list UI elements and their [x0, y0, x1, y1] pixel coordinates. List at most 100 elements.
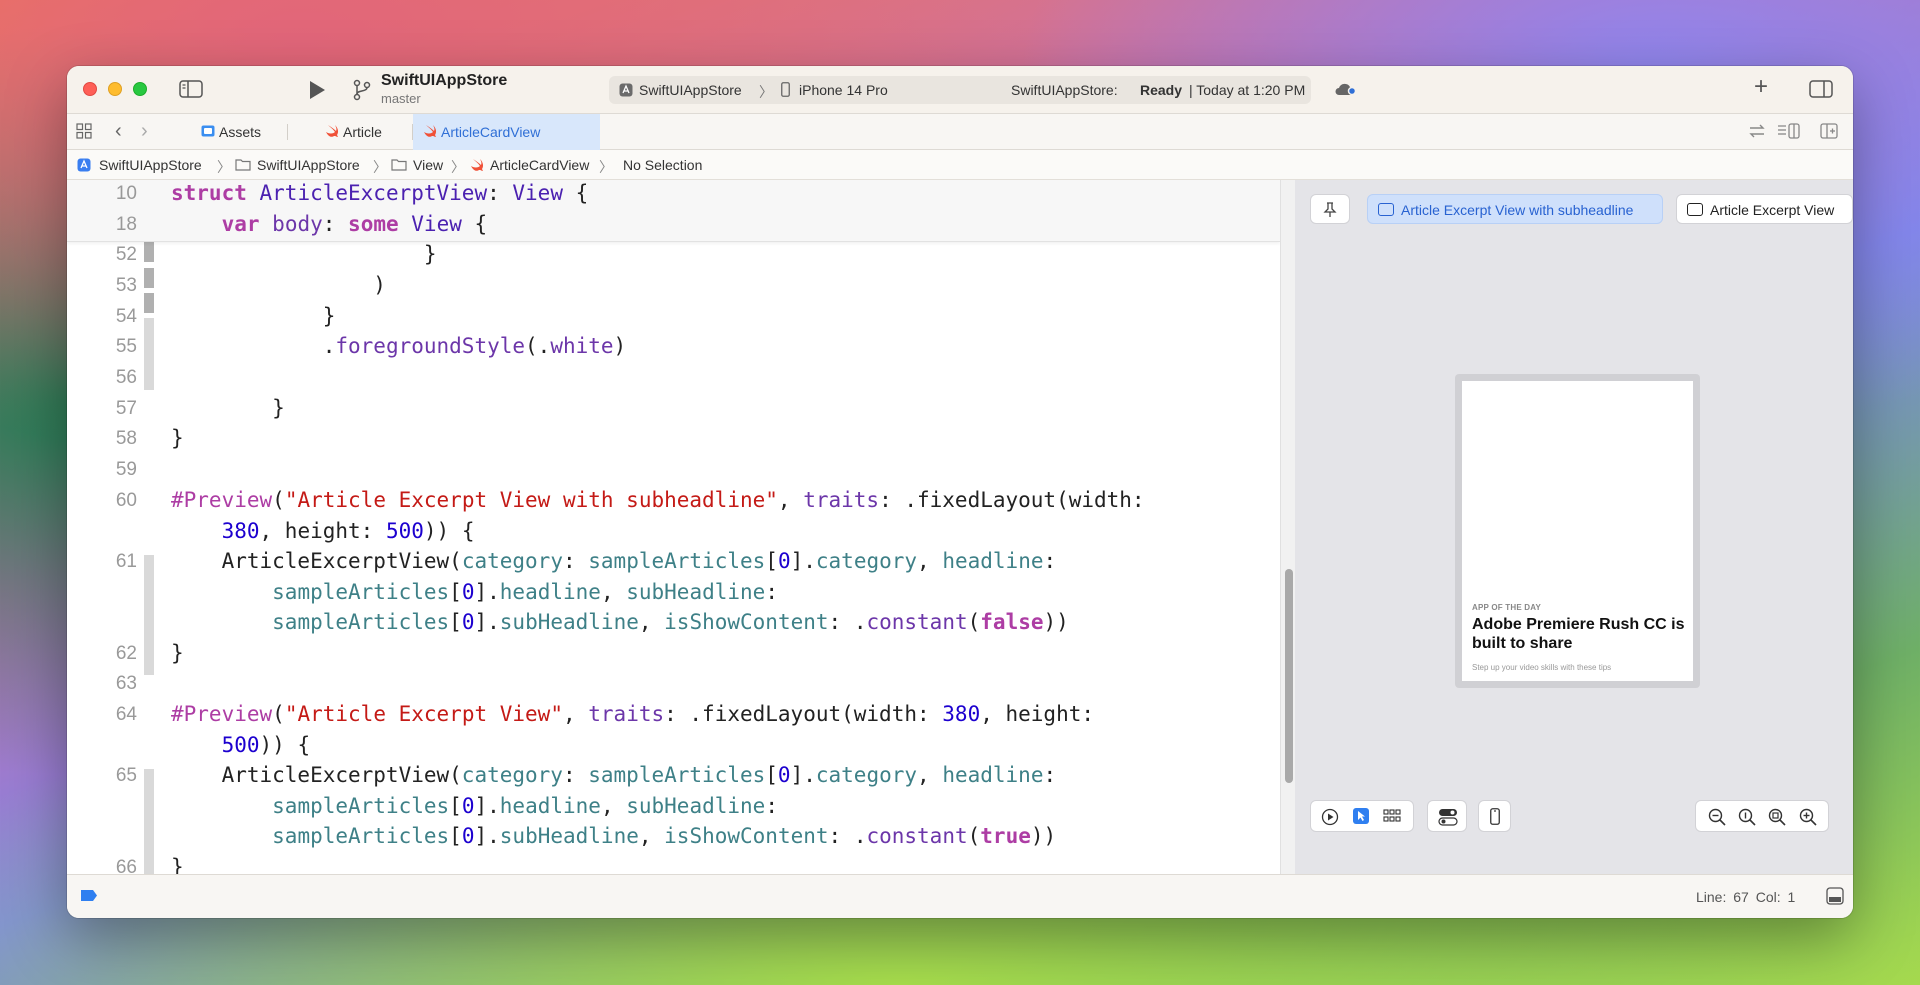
minimize-window-button[interactable]	[108, 82, 122, 96]
app-scheme-icon	[619, 83, 633, 100]
destination-selector[interactable]: iPhone 14 Pro	[799, 82, 888, 98]
code-fold-ribbon[interactable]	[144, 242, 154, 262]
grid-icon[interactable]	[76, 123, 92, 142]
breadcrumb-file[interactable]: ArticleCardView	[490, 157, 589, 173]
scheme-selector[interactable]: SwiftUIAppStore	[639, 82, 742, 98]
code-fold-ribbon[interactable]	[144, 555, 154, 675]
status-bar: Line: 67 Col: 1	[67, 874, 1853, 918]
device-selector-button[interactable]	[1478, 800, 1511, 832]
forward-icon[interactable]: ›	[141, 121, 148, 141]
line-number: 57	[115, 398, 137, 419]
code-line: 380, height: 500)) {	[221, 519, 475, 543]
preview-tab-label: Article Excerpt View with subheadline	[1401, 202, 1634, 218]
line-number: 58	[115, 428, 137, 449]
tab-assets-label: Assets	[219, 124, 262, 140]
xcode-window: SwiftUIAppStore master SwiftUIAppStore 〉…	[67, 66, 1853, 918]
cloud-icon[interactable]	[1333, 80, 1357, 101]
preview-canvas: Article Excerpt View with subheadline Ar…	[1295, 180, 1853, 874]
run-icon[interactable]	[308, 80, 326, 103]
zoom-window-button[interactable]	[133, 82, 147, 96]
code-fold-ribbon[interactable]	[144, 268, 154, 288]
inspector-toggle-icon[interactable]	[1809, 80, 1833, 101]
zoom-to-fit-icon[interactable]	[1768, 808, 1786, 830]
project-icon	[77, 158, 91, 175]
editor-options-icon[interactable]	[1777, 123, 1801, 142]
preview-icon	[1687, 203, 1703, 216]
chevron-right-icon: 〉	[451, 159, 465, 175]
vertical-scrollbar[interactable]	[1285, 569, 1293, 783]
project-name[interactable]: SwiftUIAppStore	[381, 72, 507, 90]
code-line: sampleArticles[0].headline, subHeadline:	[272, 580, 778, 604]
tab-divider	[287, 124, 288, 140]
sidebar-toggle-icon[interactable]	[179, 80, 203, 101]
card-subheadline: Step up your video skills with these tip…	[1472, 663, 1612, 672]
breadcrumb-folder[interactable]: View	[413, 157, 443, 173]
code-line: #Preview("Article Excerpt View", traits:…	[171, 702, 1095, 726]
back-icon[interactable]: ‹	[115, 121, 122, 141]
status-time: | Today at 1:20 PM	[1189, 82, 1306, 98]
split-editor-icon[interactable]	[1820, 123, 1838, 142]
line-number: 65	[115, 765, 137, 786]
card-headline: Adobe Premiere Rush CC is built to share	[1472, 616, 1685, 652]
code-line: ArticleExcerptView(category: sampleArtic…	[171, 763, 1057, 787]
code-line: sampleArticles[0].subHeadline, isShowCon…	[272, 824, 1057, 848]
zoom-out-icon[interactable]	[1708, 808, 1726, 830]
breadcrumb-selection[interactable]: No Selection	[623, 157, 702, 173]
swift-file-icon	[326, 125, 339, 137]
code-line: struct ArticleExcerptView: View {	[171, 181, 589, 205]
breadcrumb-group[interactable]: SwiftUIAppStore	[257, 157, 360, 173]
code-line: }	[171, 641, 184, 665]
device-settings-button[interactable]	[1427, 800, 1467, 832]
code-line: sampleArticles[0].subHeadline, isShowCon…	[272, 610, 1069, 634]
title-bar: SwiftUIAppStore master SwiftUIAppStore 〉…	[67, 66, 1853, 114]
close-window-button[interactable]	[83, 82, 97, 96]
code-fold-ribbon[interactable]	[144, 293, 154, 313]
preview-tab-with-subheadline[interactable]: Article Excerpt View with subheadline	[1367, 194, 1663, 224]
line-number: 10	[115, 183, 137, 204]
line-number: 59	[115, 459, 137, 480]
branch-icon[interactable]	[352, 79, 372, 104]
preview-tab-excerpt[interactable]: Article Excerpt View	[1676, 194, 1853, 224]
live-preview-icon[interactable]	[1321, 808, 1339, 830]
selectable-mode-icon[interactable]	[1352, 807, 1370, 829]
code-fold-ribbon[interactable]	[144, 769, 154, 874]
jump-bar: SwiftUIAppStore 〉 SwiftUIAppStore 〉 View…	[67, 150, 1853, 180]
code-line: }	[171, 242, 437, 266]
code-line: }	[171, 304, 336, 328]
code-line: 500)) {	[221, 733, 311, 757]
code-line: sampleArticles[0].headline, subHeadline:	[272, 794, 778, 818]
zoom-actual-size-icon[interactable]	[1738, 808, 1756, 830]
preview-card[interactable]: APP OF THE DAY Adobe Premiere Rush CC is…	[1462, 381, 1693, 681]
breakpoint-icon[interactable]	[80, 889, 98, 905]
debug-area-toggle-icon[interactable]	[1826, 887, 1844, 908]
code-editor[interactable]: 10 struct ArticleExcerptView: View { 18 …	[67, 180, 1280, 874]
card-category: APP OF THE DAY	[1472, 603, 1542, 612]
iphone-icon	[781, 82, 790, 100]
related-items-icon[interactable]	[1748, 123, 1766, 142]
folder-icon	[235, 158, 251, 174]
preview-device-frame: APP OF THE DAY Adobe Premiere Rush CC is…	[1455, 374, 1700, 688]
status-state: Ready	[1140, 82, 1183, 98]
tab-articlecardview[interactable]: ArticleCardView	[413, 114, 600, 150]
line-number: 66	[115, 857, 137, 874]
line-number: 55	[115, 336, 137, 357]
swift-file-icon	[424, 125, 437, 137]
code-line: }	[171, 855, 184, 874]
pin-preview-button[interactable]	[1310, 194, 1350, 224]
add-icon[interactable]: +	[1754, 75, 1768, 99]
tab-article-label: Article	[343, 124, 382, 140]
code-fold-ribbon[interactable]	[144, 318, 154, 390]
preview-icon	[1378, 203, 1394, 216]
zoom-in-icon[interactable]	[1799, 808, 1817, 830]
line-number: 56	[115, 367, 137, 388]
folder-icon	[391, 158, 407, 174]
toggles-icon	[1438, 808, 1458, 830]
code-line: }	[171, 426, 184, 450]
preview-mode-controls	[1310, 800, 1414, 832]
cursor-position: Line: 67 Col: 1	[1696, 889, 1796, 905]
breadcrumb-project[interactable]: SwiftUIAppStore	[99, 157, 202, 173]
code-line: )	[171, 273, 386, 297]
line-number: 64	[115, 704, 137, 725]
line-number: 63	[115, 673, 137, 694]
variants-icon[interactable]	[1383, 808, 1401, 828]
